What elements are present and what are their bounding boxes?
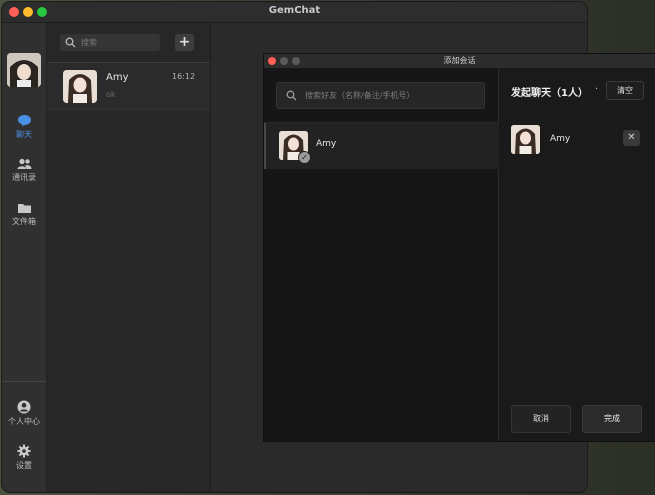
start-chat-title: 发起聊天（1人） [511, 88, 588, 99]
clear-button[interactable]: 清空 [606, 81, 644, 100]
dialog-title: 添加会话 [443, 56, 476, 65]
sidebar: 聊天 通讯录 文件箱 个人中心 设置 [2, 23, 47, 492]
friend-search-input[interactable]: 搜索好友（名称/备注/手机号） [276, 82, 485, 109]
sidebar-divider [2, 381, 46, 382]
conversation-time: 16:12 [172, 72, 196, 81]
selected-check-icon: ✓ [298, 151, 311, 164]
cancel-button[interactable]: 取消 [511, 405, 571, 433]
avatar [511, 125, 540, 154]
sidebar-item-label: 聊天 [16, 130, 32, 139]
user-circle-icon [17, 400, 31, 414]
search-icon [286, 90, 297, 101]
search-icon [65, 37, 76, 48]
sidebar-item-profile[interactable]: 个人中心 [2, 400, 46, 427]
remove-selected-button[interactable]: ✕ [623, 130, 640, 146]
sidebar-item-settings[interactable]: 设置 [2, 444, 46, 471]
search-input[interactable]: 搜索 [60, 34, 160, 51]
conversation-last-message: ok [106, 90, 116, 99]
title-dot: · [595, 84, 599, 95]
dialog-title-bar: 添加会话 [264, 54, 655, 68]
search-placeholder: 搜索 [81, 38, 97, 47]
list-item[interactable]: Amy 16:12 ok [47, 63, 210, 110]
sidebar-item-label: 通讯录 [12, 173, 36, 182]
conversation-name: Amy [106, 72, 129, 83]
sidebar-item-chat[interactable]: 聊天 [2, 114, 46, 140]
friend-list-item[interactable]: ✓ Amy [264, 123, 500, 169]
friend-name: Amy [316, 139, 337, 149]
friend-search-placeholder: 搜索好友（名称/备注/手机号） [305, 91, 415, 100]
folder-icon [17, 204, 31, 213]
plus-icon: + [178, 34, 191, 50]
gear-icon [17, 444, 31, 458]
sidebar-item-label: 个人中心 [8, 417, 40, 426]
app-title: GemChat [268, 5, 321, 16]
friend-picker-panel: 搜索好友（名称/备注/手机号） ✓ Amy [264, 68, 500, 441]
add-conversation-dialog: 添加会话 搜索好友（名称/备注/手机号） ✓ Amy 发起聊天（1人） · 清空… [263, 53, 655, 442]
sidebar-item-label: 文件箱 [12, 217, 36, 226]
add-conversation-button[interactable]: + [175, 34, 194, 51]
sidebar-item-label: 设置 [16, 461, 32, 470]
contacts-icon [17, 158, 31, 169]
title-bar: GemChat [2, 2, 587, 23]
avatar[interactable] [7, 53, 41, 87]
conversation-list-panel: 搜索 + Amy 16:12 ok [47, 23, 211, 492]
selected-friend-name: Amy [550, 134, 571, 144]
avatar [63, 70, 97, 103]
sidebar-item-files[interactable]: 文件箱 [2, 202, 46, 227]
chat-bubble-icon [17, 115, 31, 127]
sidebar-item-contacts[interactable]: 通讯录 [2, 158, 46, 183]
close-icon: ✕ [627, 132, 636, 143]
done-button[interactable]: 完成 [582, 405, 642, 433]
selected-panel: 发起聊天（1人） · 清空 Amy ✕ 取消 完成 [499, 68, 655, 441]
